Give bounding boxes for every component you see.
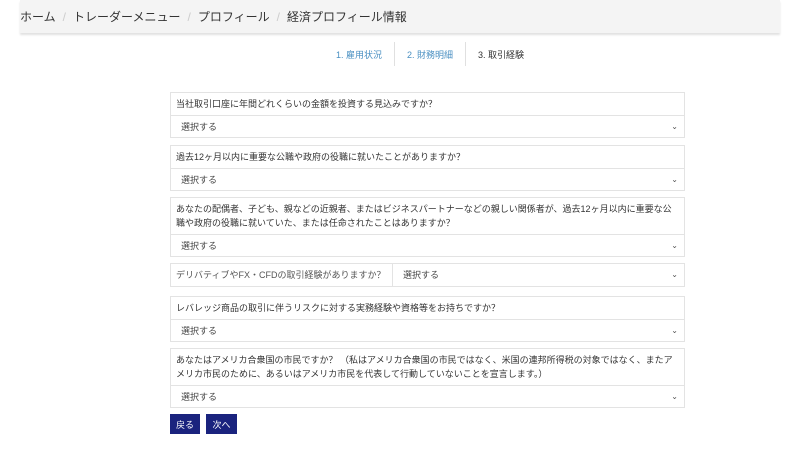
- chevron-down-icon: ⌄: [671, 270, 678, 279]
- question-label: デリバティブやFX・CFDの取引経験がありますか？: [171, 264, 393, 286]
- us-citizen-select[interactable]: 選択する ⌄: [171, 386, 684, 407]
- question-us-citizen: あなたはアメリカ合衆国の市民ですか？ （私はアメリカ合衆国の市民ではなく、米国の…: [170, 348, 685, 408]
- select-value: 選択する: [181, 175, 218, 185]
- question-label: あなたの配偶者、子ども、親などの近親者、またはビジネスパートナーなどの親しい関係…: [171, 198, 684, 235]
- select-value: 選択する: [181, 392, 218, 402]
- step-trading-experience: 3. 取引経験: [478, 49, 525, 60]
- derivatives-experience-select[interactable]: 選択する ⌄: [393, 264, 684, 285]
- breadcrumb: ホーム / トレーダーメニュー / プロフィール / 経済プロフィール情報: [20, 0, 780, 33]
- breadcrumb-separator: /: [276, 9, 280, 24]
- select-value: 選択する: [181, 122, 218, 132]
- investment-amount-select[interactable]: 選択する ⌄: [171, 116, 684, 137]
- select-value: 選択する: [181, 241, 218, 251]
- pep-select[interactable]: 選択する ⌄: [171, 169, 684, 190]
- step-financial[interactable]: 2. 財務明細: [395, 42, 467, 66]
- breadcrumb-profile[interactable]: プロフィール: [198, 8, 270, 25]
- question-investment-amount: 当社取引口座に年間どれくらいの金額を投資する見込みですか？ 選択する ⌄: [170, 92, 685, 138]
- back-button[interactable]: 戻る: [170, 414, 200, 434]
- relative-pep-select[interactable]: 選択する ⌄: [171, 235, 684, 256]
- question-leverage-experience: レバレッジ商品の取引に伴うリスクに対する実務経験や資格等をお持ちですか？ 選択す…: [170, 296, 685, 342]
- question-pep: 過去12ヶ月以内に重要な公職や政府の役職に就いたことがありますか？ 選択する ⌄: [170, 145, 685, 191]
- step-indicator: 1. 雇用状況 2. 財務明細 3. 取引経験: [324, 42, 536, 66]
- question-relative-pep: あなたの配偶者、子ども、親などの近親者、またはビジネスパートナーなどの親しい関係…: [170, 197, 685, 257]
- step-employment[interactable]: 1. 雇用状況: [324, 42, 396, 66]
- leverage-experience-select[interactable]: 選択する ⌄: [171, 320, 684, 341]
- breadcrumb-trader-menu[interactable]: トレーダーメニュー: [73, 8, 181, 25]
- next-button[interactable]: 次へ: [206, 414, 237, 434]
- breadcrumb-current: 経済プロフィール情報: [286, 10, 407, 24]
- breadcrumb-separator: /: [62, 9, 66, 24]
- question-label: あなたはアメリカ合衆国の市民ですか？ （私はアメリカ合衆国の市民ではなく、米国の…: [171, 349, 684, 386]
- select-value: 選択する: [403, 270, 440, 280]
- question-label: レバレッジ商品の取引に伴うリスクに対する実務経験や資格等をお持ちですか？: [171, 297, 684, 320]
- chevron-down-icon: ⌄: [671, 392, 678, 401]
- select-value: 選択する: [181, 326, 218, 336]
- chevron-down-icon: ⌄: [671, 241, 678, 250]
- chevron-down-icon: ⌄: [671, 122, 678, 131]
- breadcrumb-home[interactable]: ホーム: [20, 8, 56, 25]
- question-label: 当社取引口座に年間どれくらいの金額を投資する見込みですか？: [171, 93, 684, 116]
- chevron-down-icon: ⌄: [671, 175, 678, 184]
- breadcrumb-separator: /: [187, 9, 191, 24]
- question-derivatives-experience: デリバティブやFX・CFDの取引経験がありますか？ 選択する ⌄: [170, 263, 685, 287]
- question-label: 過去12ヶ月以内に重要な公職や政府の役職に就いたことがありますか？: [171, 146, 684, 169]
- chevron-down-icon: ⌄: [671, 326, 678, 335]
